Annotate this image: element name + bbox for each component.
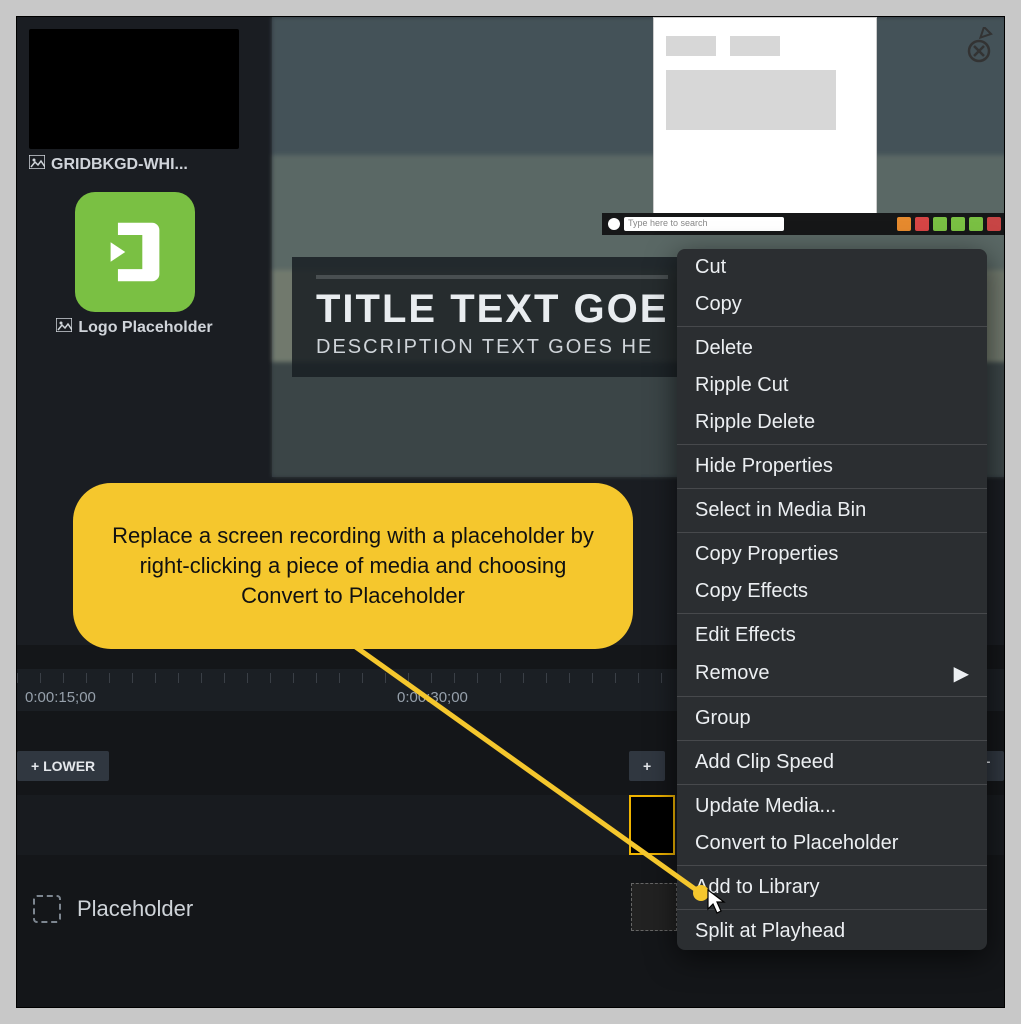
image-icon <box>56 318 72 337</box>
menu-copy[interactable]: Copy <box>677 286 987 323</box>
image-icon <box>29 155 45 174</box>
taskbar-chip-icon <box>915 217 929 231</box>
annotation-text: Replace a screen recording with a placeh… <box>107 521 599 610</box>
title-text: TITLE TEXT GOE <box>316 275 668 332</box>
menu-copy-properties[interactable]: Copy Properties <box>677 536 987 573</box>
placeholder-icon <box>33 895 61 923</box>
taskbar-chip-icon <box>951 217 965 231</box>
menu-edit-effects[interactable]: Edit Effects <box>677 617 987 654</box>
annotation-callout: Replace a screen recording with a placeh… <box>73 483 633 649</box>
screen-recording-mock <box>653 17 877 217</box>
taskbar-chip-icon <box>897 217 911 231</box>
menu-convert-to-placeholder[interactable]: Convert to Placeholder <box>677 825 987 862</box>
timecode-label: 0:00:30;00 <box>397 689 468 706</box>
placeholder-track-label: Placeholder <box>33 895 193 923</box>
media-bin-item[interactable]: GRIDBKGD-WHI... <box>29 29 240 174</box>
menu-group[interactable]: Group <box>677 700 987 737</box>
media-item-label: Logo Placeholder <box>78 319 212 337</box>
title-card: TITLE TEXT GOE DESCRIPTION TEXT GOES HE <box>292 257 692 377</box>
app-frame: GRIDBKGD-WHI... Logo Placeholder TITLE T… <box>16 16 1005 1008</box>
taskbar-chip-icon <box>933 217 947 231</box>
timecode-label: 0:00:15;00 <box>25 689 96 706</box>
selected-clip[interactable] <box>629 795 675 855</box>
logo-thumbnail <box>75 192 195 312</box>
taskbar-search: Type here to search <box>624 217 784 231</box>
menu-add-clip-speed[interactable]: Add Clip Speed <box>677 744 987 781</box>
menu-select-in-bin[interactable]: Select in Media Bin <box>677 492 987 529</box>
placeholder-label: Placeholder <box>77 896 193 922</box>
media-item-label: GRIDBKGD-WHI... <box>51 156 188 174</box>
menu-remove-label: Remove <box>695 662 769 685</box>
menu-cut[interactable]: Cut <box>677 249 987 286</box>
timeline-clip[interactable]: + LOWER <box>17 751 109 781</box>
submenu-arrow-icon: ▶ <box>954 661 969 686</box>
media-thumbnail <box>29 29 239 149</box>
timeline-clip[interactable]: + <box>629 751 665 781</box>
menu-update-media[interactable]: Update Media... <box>677 788 987 825</box>
taskbar-chip-icon <box>969 217 983 231</box>
media-bin-item[interactable]: Logo Placeholder <box>29 192 240 337</box>
windows-start-icon <box>608 218 620 230</box>
cursor-icon <box>707 889 727 920</box>
menu-hide-properties[interactable]: Hide Properties <box>677 448 987 485</box>
taskbar-chip-icon <box>987 217 1001 231</box>
menu-delete[interactable]: Delete <box>677 330 987 367</box>
menu-ripple-delete[interactable]: Ripple Delete <box>677 404 987 441</box>
menu-copy-effects[interactable]: Copy Effects <box>677 573 987 610</box>
menu-remove[interactable]: Remove ▶ <box>677 654 987 693</box>
subtitle-text: DESCRIPTION TEXT GOES HE <box>316 336 668 359</box>
mock-taskbar: Type here to search <box>602 213 1005 235</box>
close-icon[interactable] <box>959 25 999 65</box>
placeholder-clip[interactable] <box>631 883 677 931</box>
context-menu: Cut Copy Delete Ripple Cut Ripple Delete… <box>677 249 987 950</box>
menu-ripple-cut[interactable]: Ripple Cut <box>677 367 987 404</box>
